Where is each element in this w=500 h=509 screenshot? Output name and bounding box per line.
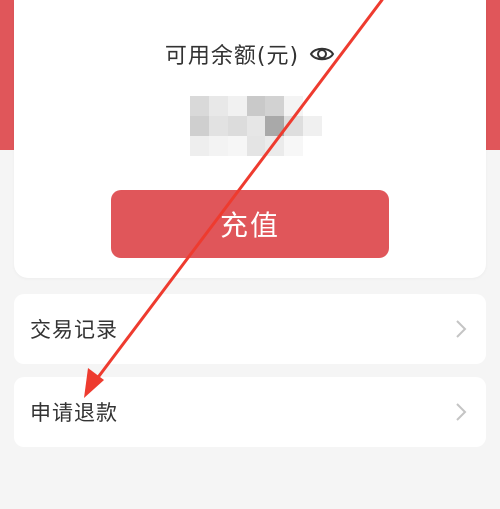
menu-item-request-refund[interactable]: 申请退款 [14,377,486,447]
balance-label: 可用余额(元) [164,44,300,69]
balance-label-row: 可用余额(元) [14,38,486,70]
eye-icon[interactable] [309,41,335,67]
menu-item-transaction-records[interactable]: 交易记录 [14,294,486,364]
menu-item-label: 申请退款 [30,401,118,425]
balance-card: 可用余额(元) 充值 [14,0,486,278]
chevron-right-icon [454,401,468,423]
chevron-right-icon [454,318,468,340]
recharge-button[interactable]: 充值 [111,190,389,258]
balance-value-masked [190,96,322,156]
menu-item-label: 交易记录 [30,318,118,342]
